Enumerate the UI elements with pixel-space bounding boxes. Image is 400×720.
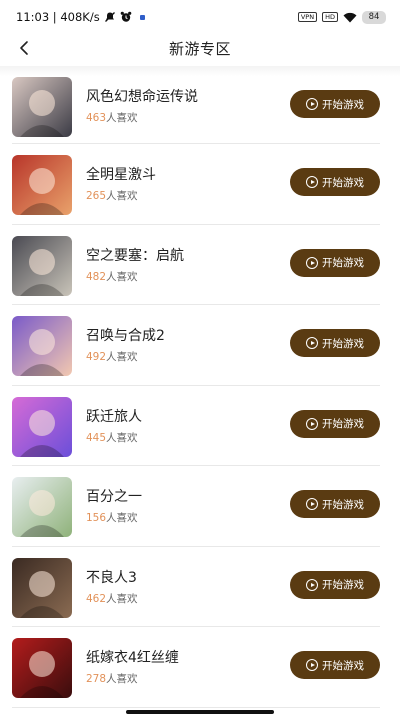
start-game-label: 开始游戏 — [322, 659, 364, 672]
start-game-label: 开始游戏 — [322, 98, 364, 111]
likes-count: 278人喜欢 — [86, 671, 138, 686]
play-circle-icon — [306, 337, 318, 349]
game-row[interactable]: 不良人3 462人喜欢 开始游戏 — [12, 547, 380, 627]
game-thumbnail[interactable] — [12, 557, 72, 618]
start-game-label: 开始游戏 — [322, 579, 364, 591]
likes-number: 462 — [86, 592, 107, 605]
likes-number: 445 — [86, 431, 107, 444]
likes-count: 265人喜欢 — [86, 188, 138, 203]
status-left: 11:03 | 408K/s — [16, 10, 145, 24]
game-row[interactable]: 百分之一 156人喜欢 开始游戏 — [12, 466, 380, 547]
game-row[interactable]: 跃迁旅人 445人喜欢 开始游戏 — [12, 386, 380, 466]
likes-number: 463 — [86, 112, 107, 124]
play-circle-icon — [306, 98, 318, 110]
game-name: 空之要塞：启航 — [86, 247, 184, 264]
likes-count: 482人喜欢 — [86, 269, 138, 284]
likes-number: 492 — [86, 351, 107, 363]
page-title: 新游专区 — [168, 39, 231, 58]
game-row[interactable]: 风色幻想命运传说 463人喜欢 开始游戏 — [12, 66, 380, 144]
start-game-button[interactable]: 开始游戏 — [290, 490, 380, 518]
game-thumbnail[interactable] — [12, 155, 72, 215]
likes-count: 463人喜欢 — [86, 110, 138, 125]
start-game-button[interactable]: 开始游戏 — [290, 248, 380, 277]
start-game-button[interactable]: 开始游戏 — [290, 168, 380, 196]
likes-count: 492人喜欢 — [86, 349, 138, 364]
start-game-label: 开始游戏 — [322, 176, 364, 189]
likes-count: 462人喜欢 — [86, 591, 138, 606]
likes-suffix: 人喜欢 — [106, 592, 138, 605]
likes-number: 482 — [86, 270, 107, 283]
status-right: VPN HD 84 — [297, 10, 386, 24]
play-circle-icon — [306, 578, 318, 591]
start-game-label: 开始游戏 — [322, 418, 364, 430]
game-row[interactable]: 全明星激斗 265人喜欢 开始游戏 — [12, 144, 380, 225]
chevron-left-icon — [19, 40, 29, 56]
likes-suffix: 人喜欢 — [106, 431, 138, 444]
game-row[interactable]: 召唤与合成2 492人喜欢 开始游戏 — [12, 305, 380, 386]
game-name: 跃迁旅人 — [86, 408, 142, 425]
likes-suffix: 人喜欢 — [106, 270, 138, 283]
status-bar: 11:03 | 408K/s VPN HD 84 — [0, 0, 400, 34]
play-circle-icon — [306, 498, 318, 510]
play-circle-icon — [306, 417, 318, 430]
likes-count: 156人喜欢 — [86, 510, 138, 525]
likes-suffix: 人喜欢 — [106, 512, 138, 524]
likes-suffix: 人喜欢 — [106, 112, 138, 124]
likes-suffix: 人喜欢 — [106, 351, 138, 363]
game-name: 全明星激斗 — [86, 167, 156, 183]
app-notification-icon — [139, 14, 145, 20]
game-name: 召唤与合成2 — [86, 328, 165, 344]
game-name: 风色幻想命运传说 — [86, 89, 198, 105]
game-list: 风色幻想命运传说 463人喜欢 开始游戏 全明星激斗 265人喜欢 开始游戏 空之要塞：启航… — [0, 66, 400, 708]
likes-number: 156 — [86, 512, 107, 524]
play-circle-icon — [306, 176, 318, 188]
start-game-button[interactable]: 开始游戏 — [290, 651, 380, 679]
back-button[interactable] — [12, 36, 36, 60]
alarm-icon — [120, 11, 132, 23]
game-row[interactable]: 纸嫁衣4红丝缠 278人喜欢 开始游戏 — [12, 627, 380, 708]
likes-suffix: 人喜欢 — [106, 190, 138, 202]
start-game-label: 开始游戏 — [322, 257, 364, 269]
nav-bar: 新游专区 — [0, 30, 400, 66]
game-thumbnail[interactable] — [12, 477, 72, 537]
game-thumbnail[interactable] — [12, 77, 72, 137]
game-thumbnail[interactable] — [12, 235, 72, 296]
start-game-label: 开始游戏 — [322, 498, 364, 511]
start-game-button[interactable]: 开始游戏 — [290, 570, 380, 599]
play-circle-icon — [306, 256, 318, 269]
muted-notification-icon — [104, 11, 116, 23]
hd-icon: HD — [322, 12, 338, 22]
game-row[interactable]: 空之要塞：启航 482人喜欢 开始游戏 — [12, 225, 380, 305]
wifi-icon — [343, 12, 357, 23]
game-thumbnail[interactable] — [12, 396, 72, 457]
status-time-speed: 11:03 | 408K/s — [16, 10, 100, 24]
game-name: 百分之一 — [86, 489, 142, 505]
home-indicator[interactable] — [126, 710, 274, 714]
game-name: 不良人3 — [86, 569, 137, 586]
play-circle-icon — [306, 659, 318, 671]
game-thumbnail[interactable] — [12, 638, 72, 698]
start-game-button[interactable]: 开始游戏 — [290, 329, 380, 357]
likes-suffix: 人喜欢 — [106, 673, 138, 685]
start-game-button[interactable]: 开始游戏 — [290, 409, 380, 438]
likes-count: 445人喜欢 — [86, 430, 138, 445]
start-game-button[interactable]: 开始游戏 — [290, 90, 380, 118]
vpn-icon: VPN — [297, 12, 318, 22]
start-game-label: 开始游戏 — [322, 337, 364, 350]
game-name: 纸嫁衣4红丝缠 — [86, 650, 179, 666]
battery-icon: 84 — [362, 10, 386, 24]
game-thumbnail[interactable] — [12, 316, 72, 376]
likes-number: 278 — [86, 673, 107, 685]
likes-number: 265 — [86, 190, 107, 202]
